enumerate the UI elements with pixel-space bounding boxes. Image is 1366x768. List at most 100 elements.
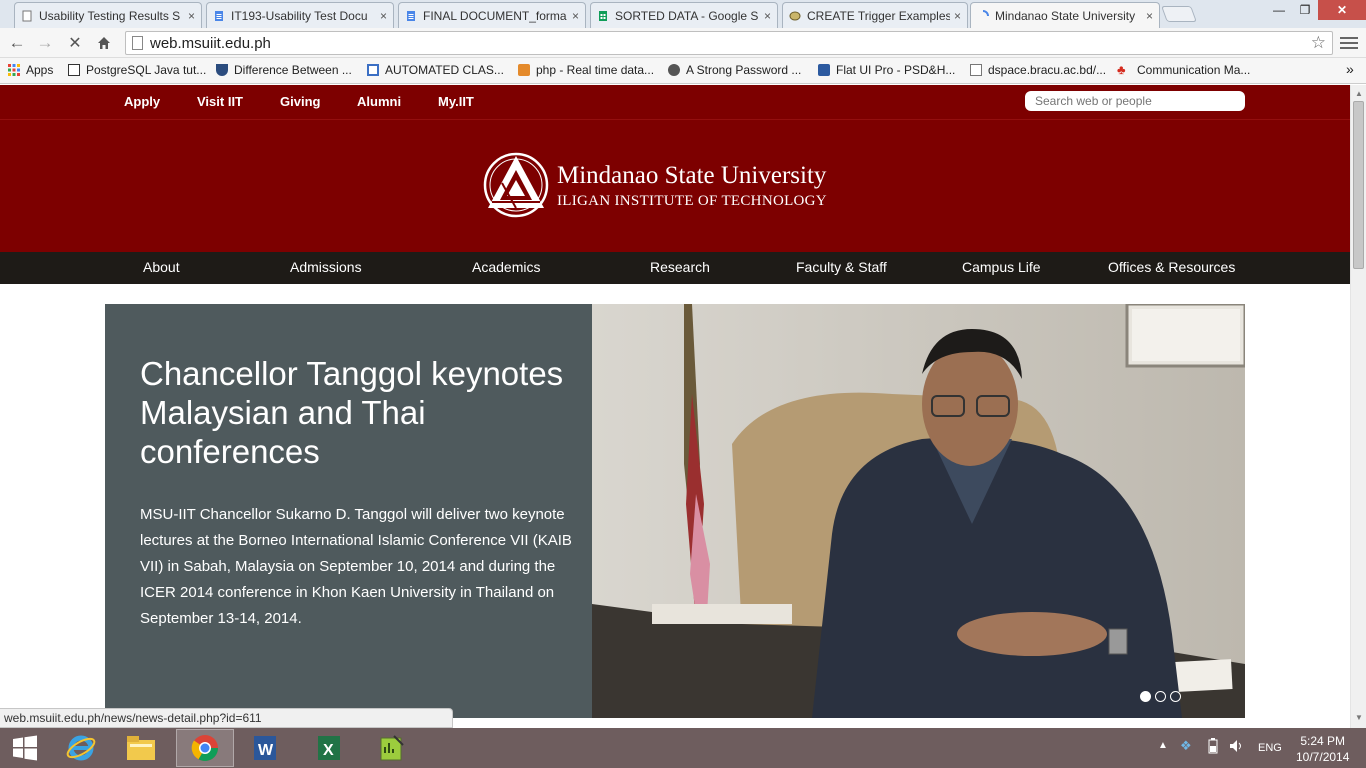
browser-toolbar: ← → ✕ web.msuiit.edu.ph ☆ <box>0 28 1366 58</box>
link-giving[interactable]: Giving <box>280 94 320 109</box>
excel-icon[interactable]: X <box>300 729 358 767</box>
slide-headline[interactable]: Chancellor Tanggol keynotes Malaysian an… <box>140 354 580 471</box>
scrollbar-thumb[interactable] <box>1353 101 1364 269</box>
nav-academics[interactable]: Academics <box>472 259 540 275</box>
bookmarks-overflow-icon[interactable]: » <box>1346 61 1354 77</box>
news-slider: Chancellor Tanggol keynotes Malaysian an… <box>105 304 1245 718</box>
nav-campus-life[interactable]: Campus Life <box>962 259 1041 275</box>
page-icon <box>68 64 80 76</box>
bookmark-automated[interactable]: AUTOMATED CLAS... <box>367 63 504 77</box>
start-button[interactable] <box>0 729 50 767</box>
svg-text:X: X <box>323 742 334 759</box>
volume-icon[interactable] <box>1228 738 1244 757</box>
menu-hamburger-icon[interactable] <box>1340 34 1358 52</box>
scroll-up-icon[interactable]: ▲ <box>1355 89 1363 98</box>
nav-research[interactable]: Research <box>650 259 710 275</box>
address-bar[interactable]: web.msuiit.edu.ph ☆ <box>125 31 1333 55</box>
link-apply[interactable]: Apply <box>124 94 160 109</box>
masthead: Mindanao State University ILIGAN INSTITU… <box>0 120 1350 252</box>
close-tab-icon[interactable]: × <box>188 9 195 23</box>
clock-date: 10/7/2014 <box>1296 750 1350 764</box>
bookmark-difference[interactable]: Difference Between ... <box>216 63 352 77</box>
nav-admissions[interactable]: Admissions <box>290 259 362 275</box>
nav-about[interactable]: About <box>143 259 180 275</box>
page-icon <box>367 64 379 76</box>
project-app-icon[interactable] <box>362 729 420 767</box>
logo-title[interactable]: Mindanao State University <box>557 162 826 190</box>
nav-faculty-staff[interactable]: Faculty & Staff <box>796 259 887 275</box>
link-alumni[interactable]: Alumni <box>357 94 401 109</box>
bookmark-flat-ui[interactable]: Flat UI Pro - PSD&H... <box>818 63 955 77</box>
close-tab-icon[interactable]: × <box>1146 9 1153 23</box>
close-tab-icon[interactable]: × <box>764 9 771 23</box>
tab-sorted-data[interactable]: SORTED DATA - Google S × <box>590 2 778 28</box>
maple-leaf-icon: ♣ <box>1117 62 1126 77</box>
home-icon[interactable] <box>93 32 115 54</box>
dropbox-icon[interactable]: ❖ <box>1180 738 1192 754</box>
tab-strip: Usability Testing Results S × IT193-Usab… <box>0 0 1366 28</box>
restore-icon[interactable]: ❐ <box>1292 0 1318 20</box>
tab-label: FINAL DOCUMENT_forma <box>423 8 567 23</box>
page-scrollbar[interactable]: ▲ ▼ <box>1350 85 1366 728</box>
sheets-icon <box>599 10 607 21</box>
page-icon <box>132 36 143 50</box>
bookmark-php[interactable]: php - Real time data... <box>518 63 654 77</box>
tab-label: SORTED DATA - Google S <box>615 8 759 23</box>
close-tab-icon[interactable]: × <box>572 9 579 23</box>
close-tab-icon[interactable]: × <box>380 9 387 23</box>
tab-it193-doc[interactable]: IT193-Usability Test Docu × <box>206 2 394 28</box>
stop-loading-icon[interactable]: ✕ <box>64 32 86 54</box>
bookmark-label: dspace.bracu.ac.bd/... <box>988 63 1107 77</box>
bookmark-apps[interactable]: Apps <box>8 63 53 77</box>
bookmark-label: Apps <box>26 63 54 77</box>
slide-dot-3[interactable] <box>1170 691 1181 702</box>
tab-msuiit-active[interactable]: Mindanao State University × <box>970 2 1160 28</box>
slide-text-panel: Chancellor Tanggol keynotes Malaysian an… <box>105 304 592 718</box>
back-arrow-icon[interactable]: ← <box>6 32 28 54</box>
search-input[interactable] <box>1025 91 1245 111</box>
tab-create-trigger[interactable]: CREATE Trigger Examples × <box>782 2 968 28</box>
logo-subtitle[interactable]: ILIGAN INSTITUTE OF TECHNOLOGY <box>557 193 827 210</box>
tab-usability-results[interactable]: Usability Testing Results S × <box>14 2 202 28</box>
nav-offices-resources[interactable]: Offices & Resources <box>1108 259 1235 275</box>
slide-dot-1[interactable] <box>1140 691 1151 702</box>
docs-icon <box>407 10 415 21</box>
stackoverflow-icon <box>518 64 530 76</box>
chancellor-photo[interactable] <box>592 304 1245 718</box>
page-icon <box>22 10 32 21</box>
bookmark-password[interactable]: A Strong Password ... <box>668 63 801 77</box>
scroll-down-icon[interactable]: ▼ <box>1355 713 1363 722</box>
word-icon[interactable]: W <box>236 729 294 767</box>
university-seal-logo[interactable] <box>482 150 550 220</box>
bookmark-communication[interactable]: ♣ Communication Ma... <box>1117 63 1250 77</box>
new-tab-button[interactable] <box>1161 6 1197 22</box>
tab-label: Usability Testing Results S <box>39 8 181 23</box>
system-clock[interactable]: 5:24 PM 10/7/2014 <box>1296 733 1349 765</box>
tab-final-document[interactable]: FINAL DOCUMENT_forma × <box>398 2 586 28</box>
chrome-taskbar-icon[interactable] <box>176 729 234 767</box>
file-explorer-icon[interactable] <box>112 729 170 767</box>
link-my-iit[interactable]: My.IIT <box>438 94 474 109</box>
photo-illustration <box>592 304 1245 718</box>
bookmark-label: Flat UI Pro - PSD&H... <box>836 63 956 77</box>
bookmark-postgresql[interactable]: PostgreSQL Java tut... <box>68 63 206 77</box>
input-language[interactable]: ENG <box>1258 742 1282 754</box>
slide-dot-2[interactable] <box>1155 691 1166 702</box>
link-status-bubble: web.msuiit.edu.ph/news/news-detail.php?i… <box>0 708 453 728</box>
windows-taskbar: W X ▲ ❖ ENG 5:24 PM 10/7/2014 <box>0 728 1366 768</box>
bookmarks-bar: Apps PostgreSQL Java tut... Difference B… <box>0 58 1366 84</box>
loading-spinner-icon <box>982 9 989 16</box>
show-hidden-icons[interactable]: ▲ <box>1158 740 1168 751</box>
forward-arrow-icon[interactable]: → <box>34 32 56 54</box>
bookmark-dspace[interactable]: dspace.bracu.ac.bd/... <box>970 63 1106 77</box>
docs-icon <box>215 10 223 21</box>
battery-icon[interactable] <box>1208 738 1218 757</box>
close-window-icon[interactable]: ✕ <box>1318 0 1366 20</box>
svg-text:W: W <box>258 742 274 759</box>
bookmark-star-icon[interactable]: ☆ <box>1311 33 1326 53</box>
link-visit-iit[interactable]: Visit IIT <box>197 94 243 109</box>
internet-explorer-icon[interactable] <box>52 729 110 767</box>
minimize-icon[interactable]: — <box>1266 0 1292 20</box>
close-tab-icon[interactable]: × <box>954 9 961 23</box>
tab-label: IT193-Usability Test Docu <box>231 8 368 23</box>
